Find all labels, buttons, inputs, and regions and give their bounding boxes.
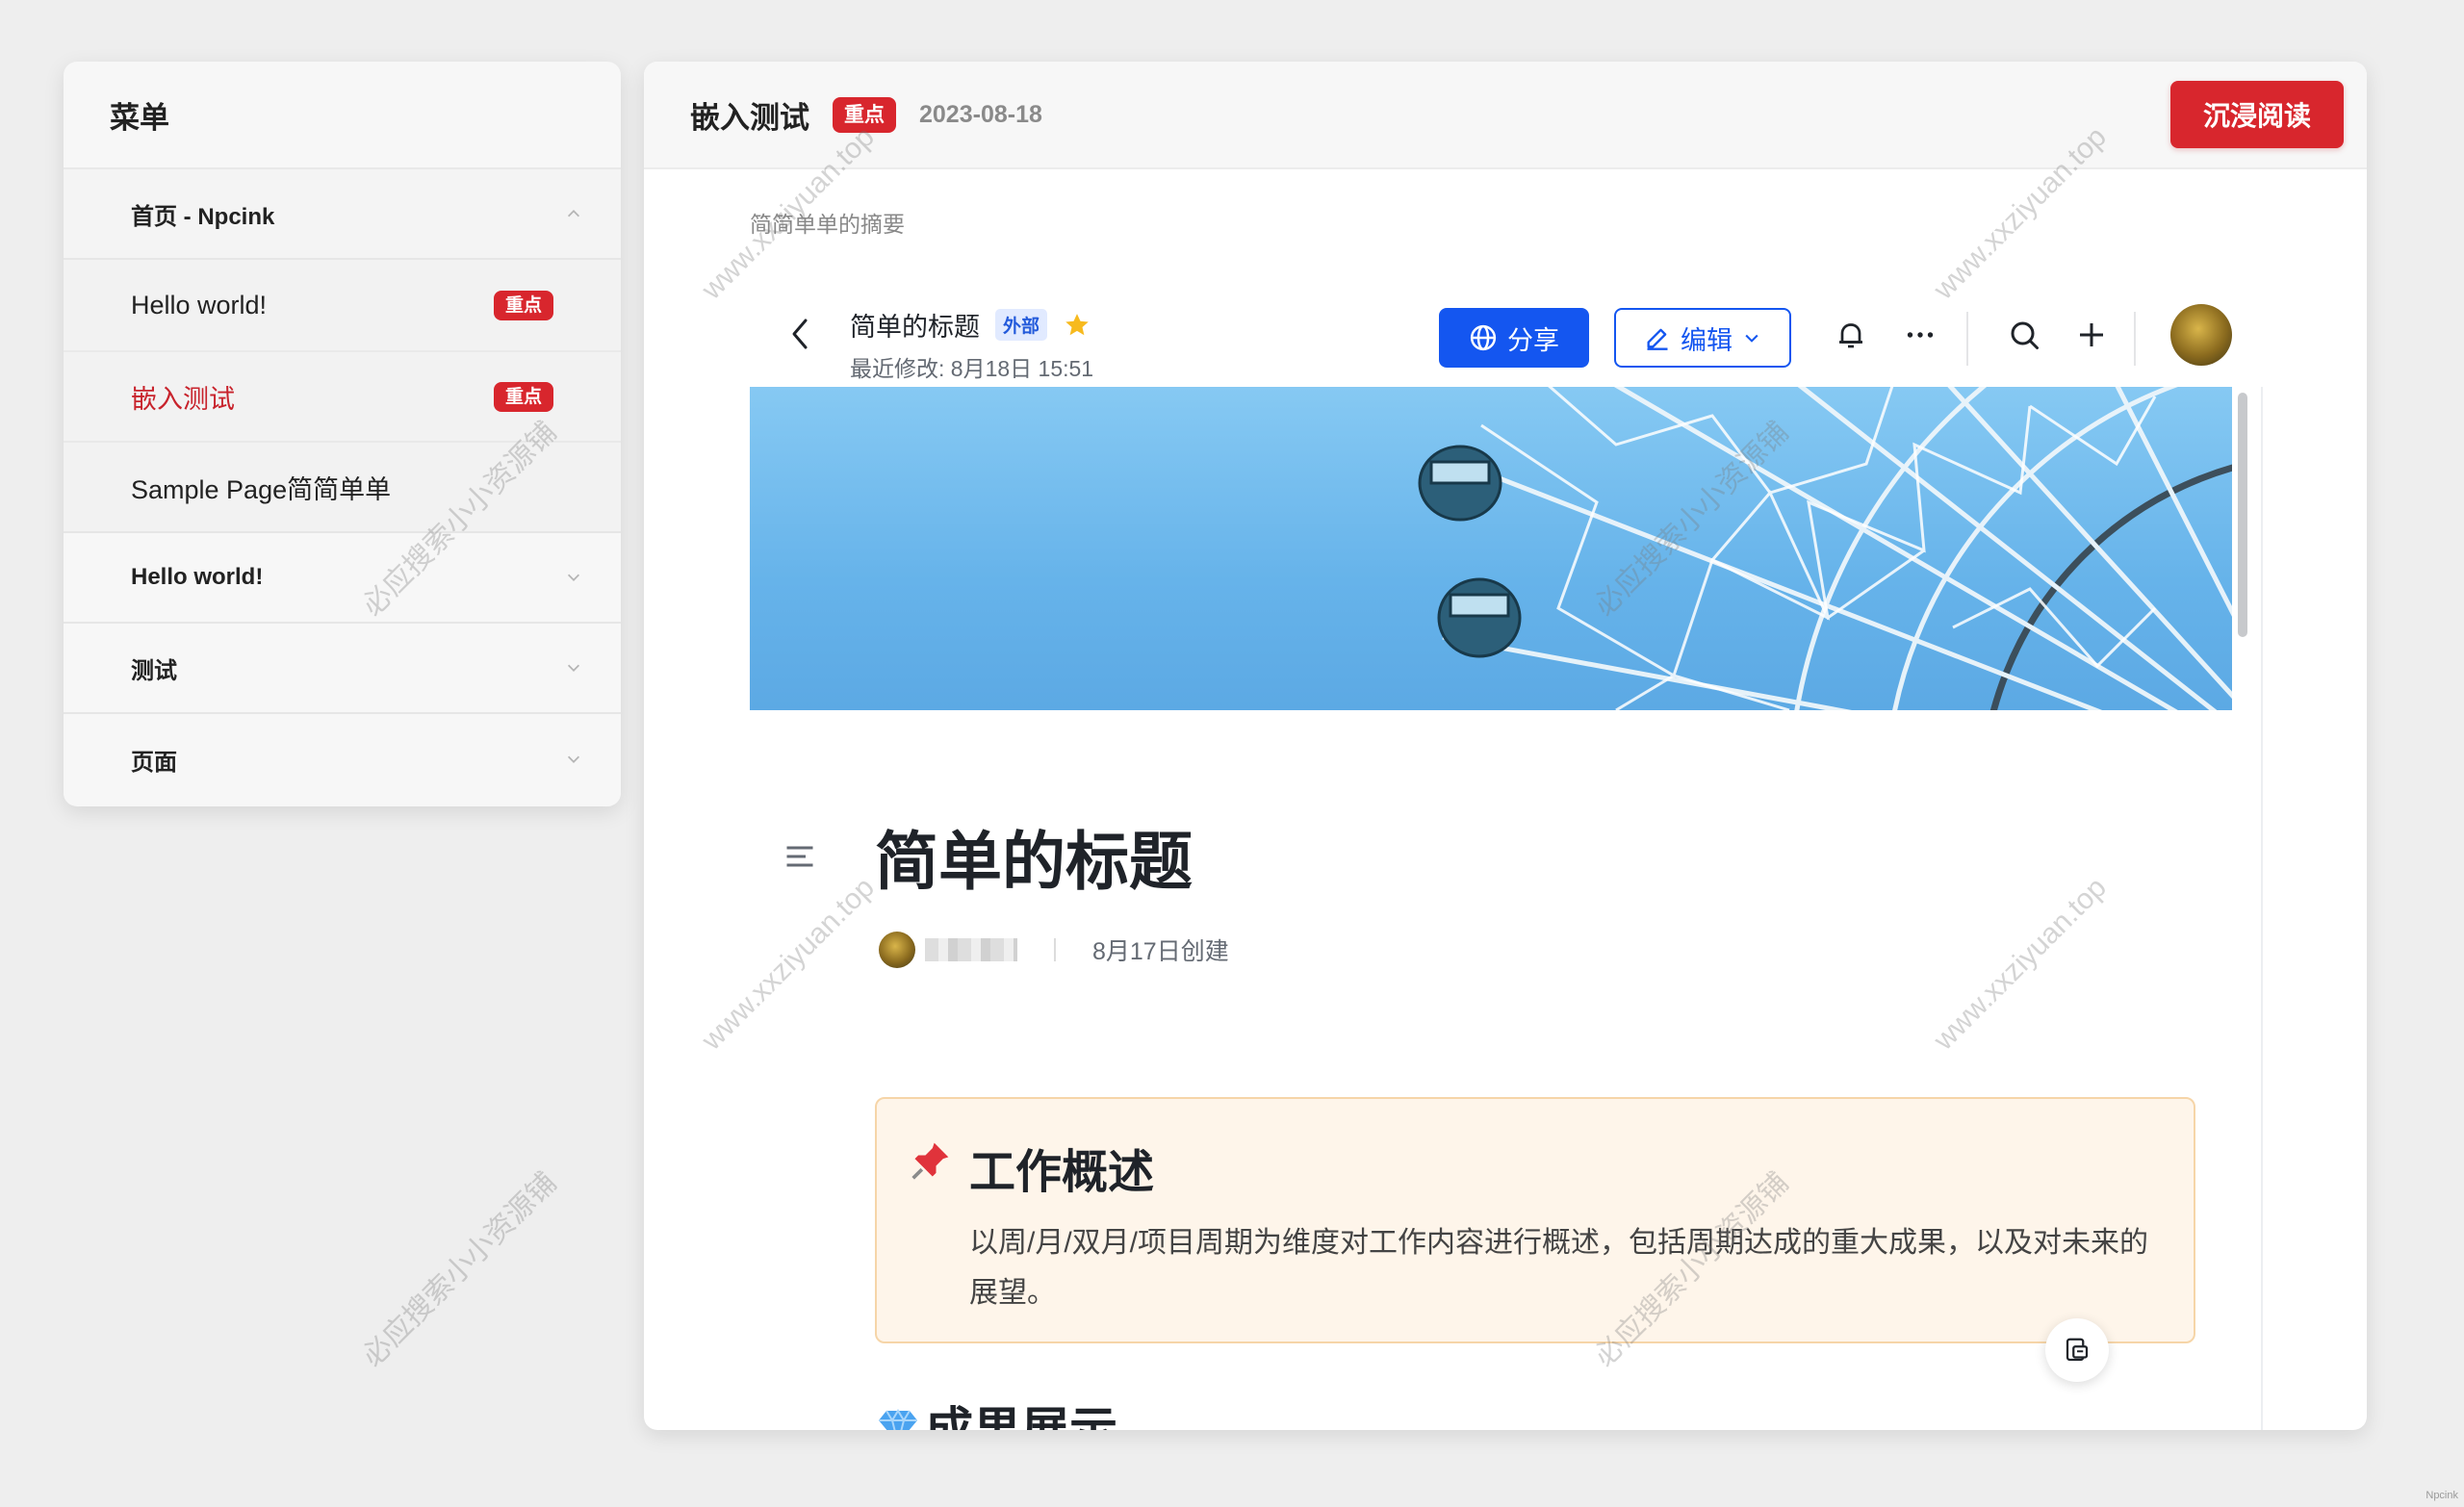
menu-group-hello-world[interactable]: Hello world! xyxy=(64,533,621,624)
menu-group-label: Hello world! xyxy=(131,564,264,590)
cover-image xyxy=(750,387,2232,710)
doc-title: 简单的标题 xyxy=(850,313,980,342)
callout-block: 工作概述 以周/月/双月/项目周期为维度对工作内容进行概述，包括周期达成的重大成… xyxy=(875,1097,2195,1343)
globe-icon xyxy=(1470,324,1497,351)
plus-icon[interactable] xyxy=(2070,314,2113,356)
corner-mark: Npcink xyxy=(2426,1490,2458,1501)
callout-text: 以周/月/双月/项目周期为维度对工作内容进行概述，包括周期达成的重大成果，以及对… xyxy=(969,1227,2149,1309)
menu-item-label: 嵌入测试 xyxy=(131,384,235,414)
search-icon[interactable] xyxy=(2003,314,2045,356)
author-name-redacted xyxy=(925,938,1017,961)
menu-subitems: Hello world! 重点 嵌入测试 重点 Sample Page简简单单 xyxy=(64,260,621,533)
immersive-read-button[interactable]: 沉浸阅读 xyxy=(2170,81,2344,148)
doc-heading: 简单的标题 xyxy=(875,826,1193,897)
key-badge: 重点 xyxy=(493,381,553,412)
back-arrow-icon[interactable] xyxy=(788,310,823,358)
chevron-down-icon xyxy=(563,567,584,588)
menu-group-pages[interactable]: 页面 xyxy=(64,714,621,805)
key-badge: 重点 xyxy=(833,96,896,133)
edit-button[interactable]: 编辑 xyxy=(1614,308,1791,368)
bell-icon[interactable] xyxy=(1830,314,1872,356)
chevron-up-icon xyxy=(563,203,584,224)
embedded-doc-body: 简单的标题 8月17日创建 工作概述 以周/月/双月/项目周期为维度对工作内容进… xyxy=(750,387,2263,1430)
main-header: 嵌入测试 重点 2023-08-18 沉浸阅读 xyxy=(644,62,2367,169)
created-date: 8月17日创建 xyxy=(1092,938,1229,965)
gem-icon xyxy=(875,1403,921,1430)
sidebar-menu: 菜单 首页 - Npcink Hello world! 重点 嵌入测试 重点 S… xyxy=(64,62,621,806)
embedded-doc-toolbar: 简单的标题 外部 最近修改: 8月18日 15:51 分享 编辑 xyxy=(750,283,2261,389)
menu-item-label: Sample Page简简单单 xyxy=(131,474,392,504)
toc-menu-icon[interactable] xyxy=(783,839,817,874)
doc-title-row: 简单的标题 外部 xyxy=(850,306,1091,344)
more-icon[interactable] xyxy=(1899,314,1941,356)
post-date: 2023-08-18 xyxy=(919,100,1042,128)
callout-title: 工作概述 xyxy=(969,1147,1155,1198)
main-panel: 嵌入测试 重点 2023-08-18 沉浸阅读 简简单单的摘要 简单的标题 外部… xyxy=(644,62,2367,1430)
share-label: 分享 xyxy=(1507,325,1559,355)
user-avatar[interactable] xyxy=(2170,304,2232,366)
edit-label: 编辑 xyxy=(1681,325,1732,355)
menu-group-label: 首页 - Npcink xyxy=(131,203,275,230)
menu-item-hello-world[interactable]: Hello world! 重点 xyxy=(64,260,621,350)
ferris-wheel-illustration xyxy=(1418,387,2232,710)
pencil-icon xyxy=(1647,328,1668,350)
menu-title: 菜单 xyxy=(64,62,621,169)
menu-item-label: Hello world! xyxy=(131,290,268,319)
scrollbar[interactable] xyxy=(2238,393,2247,637)
section-heading-text: 成果展示 xyxy=(925,1403,1117,1430)
menu-group-test[interactable]: 测试 xyxy=(64,624,621,714)
watermark-text: 必应搜索小小资源铺 xyxy=(356,1166,563,1373)
author-avatar[interactable] xyxy=(879,932,915,968)
menu-item-sample-page[interactable]: Sample Page简简单单 xyxy=(64,441,621,531)
comment-float-button[interactable] xyxy=(2045,1318,2109,1382)
menu-group-label: 页面 xyxy=(131,749,177,776)
section-heading: 成果展示 xyxy=(875,1392,1117,1430)
toolbar-divider xyxy=(2134,312,2136,366)
star-icon[interactable] xyxy=(1063,311,1091,340)
menu-group-home[interactable]: 首页 - Npcink xyxy=(64,169,621,260)
chevron-down-icon xyxy=(563,749,584,770)
comment-icon xyxy=(2066,1338,2089,1362)
external-tag: 外部 xyxy=(995,309,1048,341)
toolbar-divider xyxy=(1966,312,1968,366)
menu-group-label: 测试 xyxy=(131,657,177,684)
divider xyxy=(1054,938,1056,961)
page-title: 嵌入测试 xyxy=(690,100,809,135)
menu-item-embed-test[interactable]: 嵌入测试 重点 xyxy=(64,350,621,441)
pushpin-icon xyxy=(910,1139,952,1182)
key-badge: 重点 xyxy=(493,290,553,320)
author-row: 8月17日创建 xyxy=(879,932,1229,968)
last-modified: 最近修改: 8月18日 15:51 xyxy=(850,356,1094,381)
chevron-down-icon xyxy=(563,657,584,678)
post-summary: 简简单单的摘要 xyxy=(750,212,905,237)
share-button[interactable]: 分享 xyxy=(1439,308,1589,368)
chevron-down-icon xyxy=(1745,334,1758,343)
